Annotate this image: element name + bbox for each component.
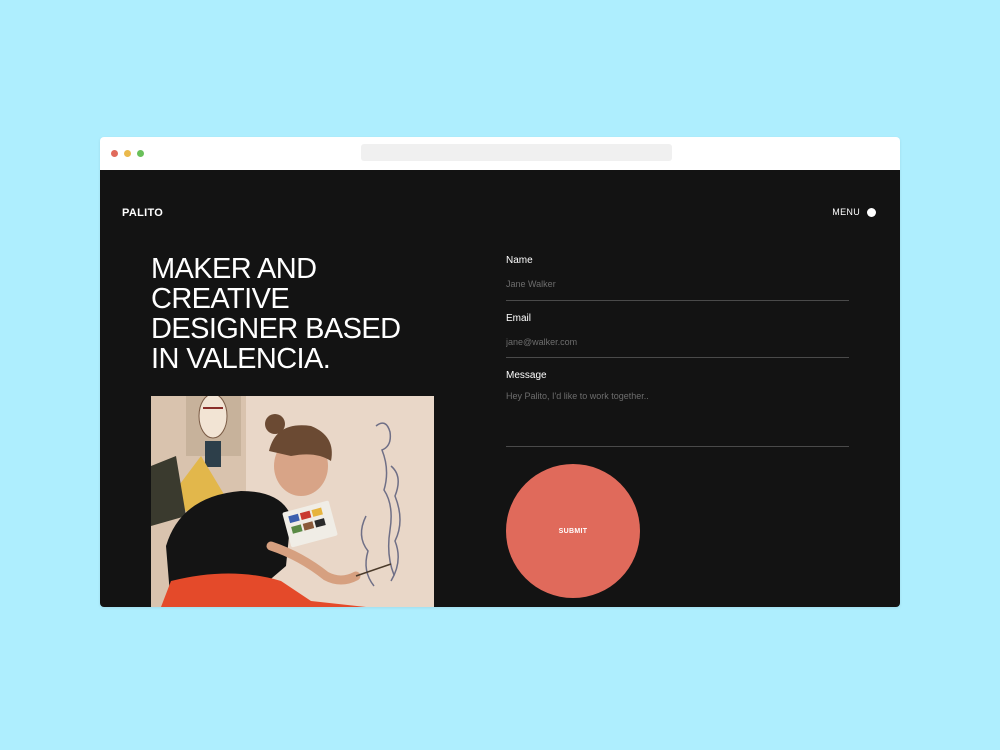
minimize-window-dot[interactable] <box>124 150 131 157</box>
site-logo[interactable]: PALITO <box>122 207 163 219</box>
name-label: Name <box>506 255 533 266</box>
browser-window: PALITO MENU MAKER AND CREATIVE DESIGNER … <box>100 137 900 607</box>
email-label: Email <box>506 312 532 324</box>
menu-label: MENU <box>832 207 860 217</box>
message-label: Message <box>506 370 547 381</box>
contact-form: Name Email Message <box>506 255 849 452</box>
submit-button[interactable]: SUBMIT <box>506 464 640 598</box>
close-window-dot[interactable] <box>111 150 118 157</box>
name-field-group: Name <box>506 255 849 301</box>
name-input[interactable] <box>506 276 849 301</box>
menu-dot-icon <box>867 207 876 217</box>
email-field-group: Email <box>506 312 849 358</box>
page-headline: MAKER AND CREATIVE DESIGNER BASED IN VAL… <box>151 253 401 375</box>
message-textarea[interactable] <box>506 389 849 447</box>
browser-toolbar <box>100 137 900 170</box>
menu-button[interactable]: MENU <box>832 207 876 217</box>
address-bar[interactable] <box>361 144 672 161</box>
email-input[interactable] <box>506 334 849 358</box>
message-field-group: Message <box>506 370 849 452</box>
maximize-window-dot[interactable] <box>137 150 144 157</box>
website: PALITO MENU MAKER AND CREATIVE DESIGNER … <box>100 170 900 607</box>
artist-photo <box>151 396 434 607</box>
